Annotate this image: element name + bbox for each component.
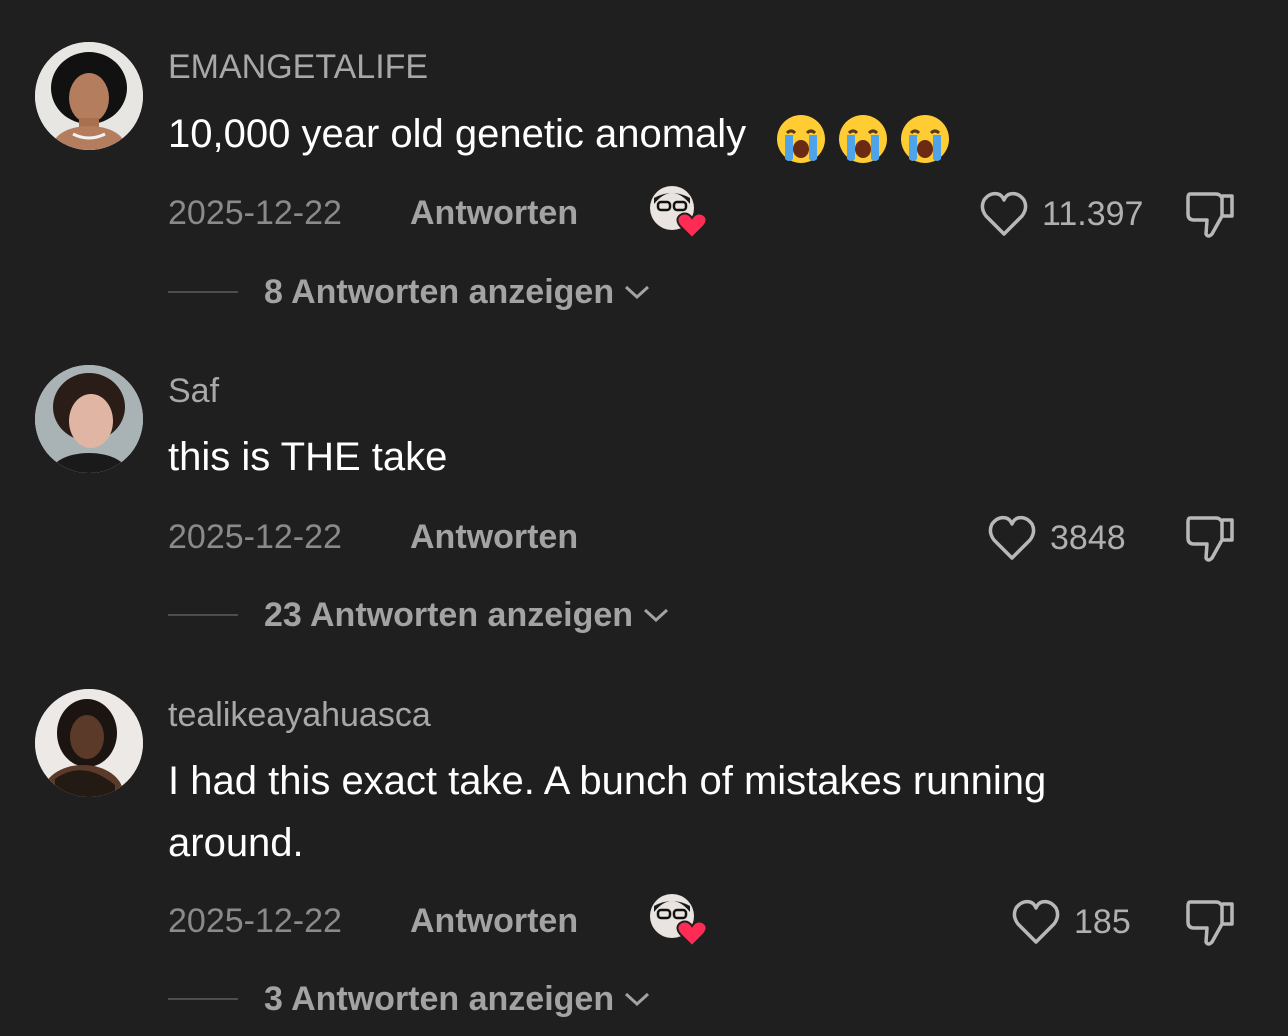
comment-list: EMANGETALIFE 10,000 year old genetic ano… bbox=[0, 0, 1288, 1036]
chevron-down-icon bbox=[625, 285, 650, 300]
reply-thread-line bbox=[168, 614, 238, 616]
loudly-crying-face-icon bbox=[777, 114, 826, 163]
emoji-group bbox=[775, 105, 961, 167]
reply-thread-line bbox=[168, 291, 238, 293]
like-count: 11.397 bbox=[1042, 194, 1144, 233]
reply-button[interactable]: Antworten bbox=[410, 194, 578, 233]
avatar-image bbox=[35, 42, 143, 150]
view-replies-button[interactable]: 8 Antworten anzeigen bbox=[168, 270, 652, 314]
avatar[interactable] bbox=[35, 689, 143, 797]
comment-date: 2025-12-22 bbox=[168, 194, 342, 232]
chevron-down-icon bbox=[625, 992, 650, 1007]
comment-text-line: I had this exact take. A bunch of mistak… bbox=[168, 759, 1047, 803]
view-replies-label: 3 Antworten anzeigen bbox=[264, 979, 615, 1018]
like-button[interactable]: 185 bbox=[1010, 898, 1131, 946]
comment-text: 10,000 year old genetic anomaly bbox=[168, 103, 961, 167]
comment-meta: 2025-12-22 Antworten 3848 bbox=[168, 514, 1258, 564]
comment-meta: 2025-12-22 Antworten 185 bbox=[168, 894, 1258, 948]
comment-text-line: around. bbox=[168, 821, 304, 865]
heart-outline-icon bbox=[1012, 899, 1060, 944]
reply-button[interactable]: Antworten bbox=[410, 902, 578, 941]
comment-username[interactable]: Saf bbox=[168, 372, 219, 411]
thumbs-down-icon[interactable] bbox=[1182, 896, 1238, 948]
heart-outline-icon bbox=[988, 515, 1036, 560]
creator-liked-heart-icon bbox=[650, 894, 708, 948]
chevron-down-icon bbox=[644, 608, 669, 623]
reply-thread-line bbox=[168, 998, 238, 1000]
view-replies-label: 23 Antworten anzeigen bbox=[264, 595, 634, 634]
thumbs-down-icon[interactable] bbox=[1182, 512, 1238, 564]
comment-username[interactable]: EMANGETALIFE bbox=[168, 48, 428, 87]
like-button[interactable]: 11.397 bbox=[978, 190, 1143, 238]
comment-text-content: 10,000 year old genetic anomaly bbox=[168, 112, 747, 156]
loudly-crying-face-icon bbox=[839, 114, 888, 163]
creator-liked-heart-icon bbox=[650, 186, 708, 240]
loudly-crying-face-icon bbox=[901, 114, 950, 163]
view-replies-button[interactable]: 3 Antworten anzeigen bbox=[168, 977, 652, 1021]
like-button[interactable]: 3848 bbox=[986, 514, 1126, 562]
avatar[interactable] bbox=[35, 42, 143, 150]
comment-date: 2025-12-22 bbox=[168, 518, 342, 556]
comment-text-content: this is THE take bbox=[168, 435, 448, 479]
view-replies-label: 8 Antworten anzeigen bbox=[264, 272, 615, 311]
comment-text: I had this exact take. A bunch of mistak… bbox=[168, 750, 1046, 874]
comment-text: this is THE take bbox=[168, 426, 447, 488]
like-count: 185 bbox=[1074, 902, 1131, 941]
heart-outline-icon bbox=[980, 191, 1028, 236]
avatar[interactable] bbox=[35, 365, 143, 473]
avatar-image bbox=[35, 365, 143, 473]
thumbs-down-icon[interactable] bbox=[1182, 188, 1238, 240]
avatar-image bbox=[35, 689, 143, 797]
comment-date: 2025-12-22 bbox=[168, 902, 342, 940]
comment-username[interactable]: tealikeayahuasca bbox=[168, 696, 431, 735]
comment-meta: 2025-12-22 Antworten 11.397 bbox=[168, 186, 1258, 240]
view-replies-button[interactable]: 23 Antworten anzeigen bbox=[168, 593, 671, 637]
reply-button[interactable]: Antworten bbox=[410, 518, 578, 557]
like-count: 3848 bbox=[1050, 518, 1126, 557]
